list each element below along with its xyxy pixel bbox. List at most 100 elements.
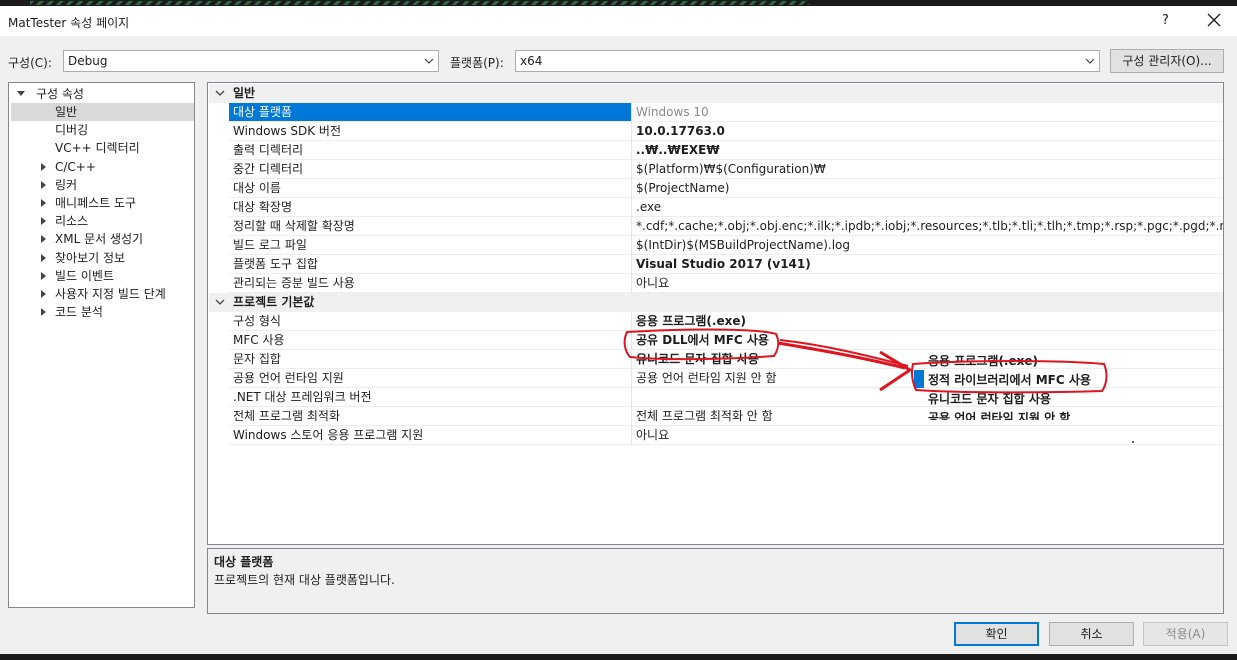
chevron-down-icon[interactable] xyxy=(215,88,225,98)
tree-item-label: C/C++ xyxy=(55,159,96,174)
property-value[interactable]: 아니요 xyxy=(632,274,1223,292)
tree-item-label: 링커 xyxy=(55,177,78,192)
platform-value: x64 xyxy=(520,54,543,68)
dropdown-option[interactable]: 유니코드 문자 집합 사용 xyxy=(928,390,1051,407)
property-name: 대상 이름 xyxy=(233,181,281,195)
property-row[interactable]: 플랫폼 도구 집합 Visual Studio 2017 (v141) xyxy=(209,255,1223,274)
property-row[interactable]: 대상 이름 $(ProjectName) xyxy=(209,179,1223,198)
property-row[interactable]: 대상 확장명 .exe xyxy=(209,198,1223,217)
property-row[interactable]: 빌드 로그 파일 $(IntDir)$(MSBuildProjectName).l… xyxy=(209,236,1223,255)
category-tree: 구성 속성 일반디버깅 VC++ 디렉터리 C/C++ 링커매니페스트 도구 리소스 XM… xyxy=(8,82,195,608)
tree-item[interactable]: 링커 xyxy=(11,176,194,194)
property-value[interactable]: $(ProjectName) xyxy=(632,179,1223,197)
category-header[interactable]: 프로젝트 기본값 xyxy=(209,293,1223,312)
expand-icon[interactable] xyxy=(41,308,46,317)
help-button[interactable]: ? xyxy=(1162,13,1169,28)
window-title: MatTester 속성 페이지 xyxy=(8,16,130,30)
title-bar: MatTester 속성 페이지 ? xyxy=(0,6,1237,36)
property-name: 관리되는 증분 빌드 사용 xyxy=(233,276,355,290)
property-name: 빌드 로그 파일 xyxy=(233,238,307,252)
tree-item[interactable]: 찾아보기 정보 xyxy=(11,249,194,267)
tree-item[interactable]: C/C++ xyxy=(11,158,194,176)
expand-icon[interactable] xyxy=(41,199,46,207)
config-value: Debug xyxy=(68,54,108,68)
tree-item-label: XML 문서 생성기 xyxy=(55,232,144,247)
tree-item[interactable]: 코드 분석 xyxy=(11,303,194,321)
dropdown-option-highlighted[interactable]: 정적 라이브러리에서 MFC 사용 xyxy=(928,371,1091,388)
dropdown-option[interactable]: 응용 프로그램(.exe) xyxy=(928,352,1038,369)
property-row[interactable]: 출력 디렉터리 ..₩..₩EXE₩ xyxy=(209,141,1223,160)
property-row[interactable]: 중간 디렉터리 $(Platform)₩$(Configuration)₩ xyxy=(209,160,1223,179)
config-manager-button[interactable]: 구성 관리자(O)... xyxy=(1110,49,1224,73)
description-text: 프로젝트의 현재 대상 플랫폼입니다. xyxy=(214,573,395,587)
property-value[interactable]: .exe xyxy=(632,198,1223,216)
tree-item[interactable]: 매니페스트 도구 xyxy=(11,194,194,212)
property-row[interactable]: 정리할 때 삭제할 확장명 *.cdf;*.cache;*.obj;*.obj.e… xyxy=(209,217,1223,236)
selection-marker xyxy=(914,370,924,388)
property-value[interactable]: 아니요 xyxy=(632,426,1223,444)
property-value[interactable]: 응용 프로그램(.exe) xyxy=(632,312,1223,330)
expand-icon[interactable] xyxy=(41,271,46,280)
tree-item[interactable]: VC++ 디렉터리 xyxy=(11,139,194,157)
property-name: Windows 스토어 응용 프로그램 지원 xyxy=(233,428,424,442)
tree-item[interactable]: 리소스 xyxy=(11,212,194,230)
tree-item[interactable]: 사용자 지정 빌드 단계 xyxy=(11,285,194,303)
property-value[interactable]: 10.0.17763.0 xyxy=(632,122,1223,140)
mfc-dropdown-popup: 응용 프로그램(.exe) 정적 라이브러리에서 MFC 사용 유니코드 문자 … xyxy=(900,340,1132,420)
expand-icon[interactable] xyxy=(41,253,46,262)
category-header[interactable]: 일반 xyxy=(209,84,1223,103)
property-row[interactable]: 구성 형식 응용 프로그램(.exe) xyxy=(209,312,1223,331)
chevron-down-icon xyxy=(1085,58,1095,64)
tree-item-label: 일반 xyxy=(55,105,78,119)
expand-icon[interactable] xyxy=(41,217,46,226)
cancel-button[interactable]: 취소 xyxy=(1049,622,1134,646)
expand-icon[interactable] xyxy=(41,235,46,244)
property-row[interactable]: 관리되는 증분 빌드 사용 아니요 xyxy=(209,274,1223,293)
config-combo[interactable]: Debug xyxy=(63,50,439,72)
property-value[interactable]: $(Platform)₩$(Configuration)₩ xyxy=(632,160,1223,178)
tree-root[interactable]: 구성 속성 xyxy=(9,85,194,103)
property-name: .NET 대상 프레임워크 버전 xyxy=(233,390,372,404)
property-name: 정리할 때 삭제할 확장명 xyxy=(233,219,355,233)
row-divider xyxy=(229,444,1223,445)
property-value[interactable]: Visual Studio 2017 (v141) xyxy=(632,255,1223,273)
close-icon[interactable] xyxy=(1205,11,1223,29)
tree-item[interactable]: 일반 xyxy=(11,103,194,121)
apply-button[interactable]: 적용(A) xyxy=(1143,622,1228,646)
config-label: 구성(C): xyxy=(8,56,52,70)
desktop-strip-bottom xyxy=(0,654,1237,660)
tree-item-label: 사용자 지정 빌드 단계 xyxy=(55,287,166,301)
property-value[interactable]: ..₩..₩EXE₩ xyxy=(632,141,1223,159)
tree-item[interactable]: 디버깅 xyxy=(11,121,194,139)
property-row[interactable]: Windows 스토어 응용 프로그램 지원 아니요 xyxy=(209,426,1223,445)
property-value[interactable]: Windows 10 xyxy=(632,103,1223,121)
tree-item-label: VC++ 디렉터리 xyxy=(55,141,140,156)
expand-icon[interactable] xyxy=(41,180,46,189)
dropdown-option[interactable]: 공용 언어 런타임 지원 안 함 xyxy=(928,409,1070,420)
property-value[interactable]: *.cdf;*.cache;*.obj;*.obj.enc;*.ilk;*.ip… xyxy=(632,217,1223,235)
ok-button[interactable]: 확인 xyxy=(954,622,1039,646)
property-pages-window: MatTester 속성 페이지 ? 구성(C): Debug 플랫폼(P): … xyxy=(0,6,1237,654)
category-name: 프로젝트 기본값 xyxy=(233,295,315,309)
expand-icon[interactable] xyxy=(41,162,46,171)
tree-item[interactable]: XML 문서 생성기 xyxy=(11,230,194,248)
property-grid: 일반 대상 플랫폼 Windows 10 Windows SDK 버전 10.0.177… xyxy=(209,84,1223,543)
collapse-icon[interactable] xyxy=(17,91,25,96)
property-name: 대상 플랫폼 xyxy=(229,103,631,121)
chevron-down-icon[interactable] xyxy=(215,297,225,307)
chevron-down-icon xyxy=(424,58,434,64)
property-name: 문자 집합 xyxy=(233,352,281,366)
tree-item[interactable]: 빌드 이벤트 xyxy=(11,267,194,285)
property-name: 출력 디렉터리 xyxy=(233,143,304,157)
tree-item-label: 디버깅 xyxy=(55,123,89,138)
property-value[interactable]: $(IntDir)$(MSBuildProjectName).log xyxy=(632,236,1223,254)
tree-item-label: 빌드 이벤트 xyxy=(55,268,115,283)
property-name: MFC 사용 xyxy=(233,333,285,347)
property-row[interactable]: Windows SDK 버전 10.0.17763.0 xyxy=(209,122,1223,141)
expand-icon[interactable] xyxy=(41,290,46,298)
property-name: 중간 디렉터리 xyxy=(233,162,304,176)
description-heading: 대상 플랫폼 xyxy=(214,555,274,569)
platform-combo[interactable]: x64 xyxy=(515,50,1100,72)
property-row[interactable]: 대상 플랫폼 Windows 10 xyxy=(209,103,1223,122)
property-name: 공용 언어 런타임 지원 xyxy=(233,371,344,385)
